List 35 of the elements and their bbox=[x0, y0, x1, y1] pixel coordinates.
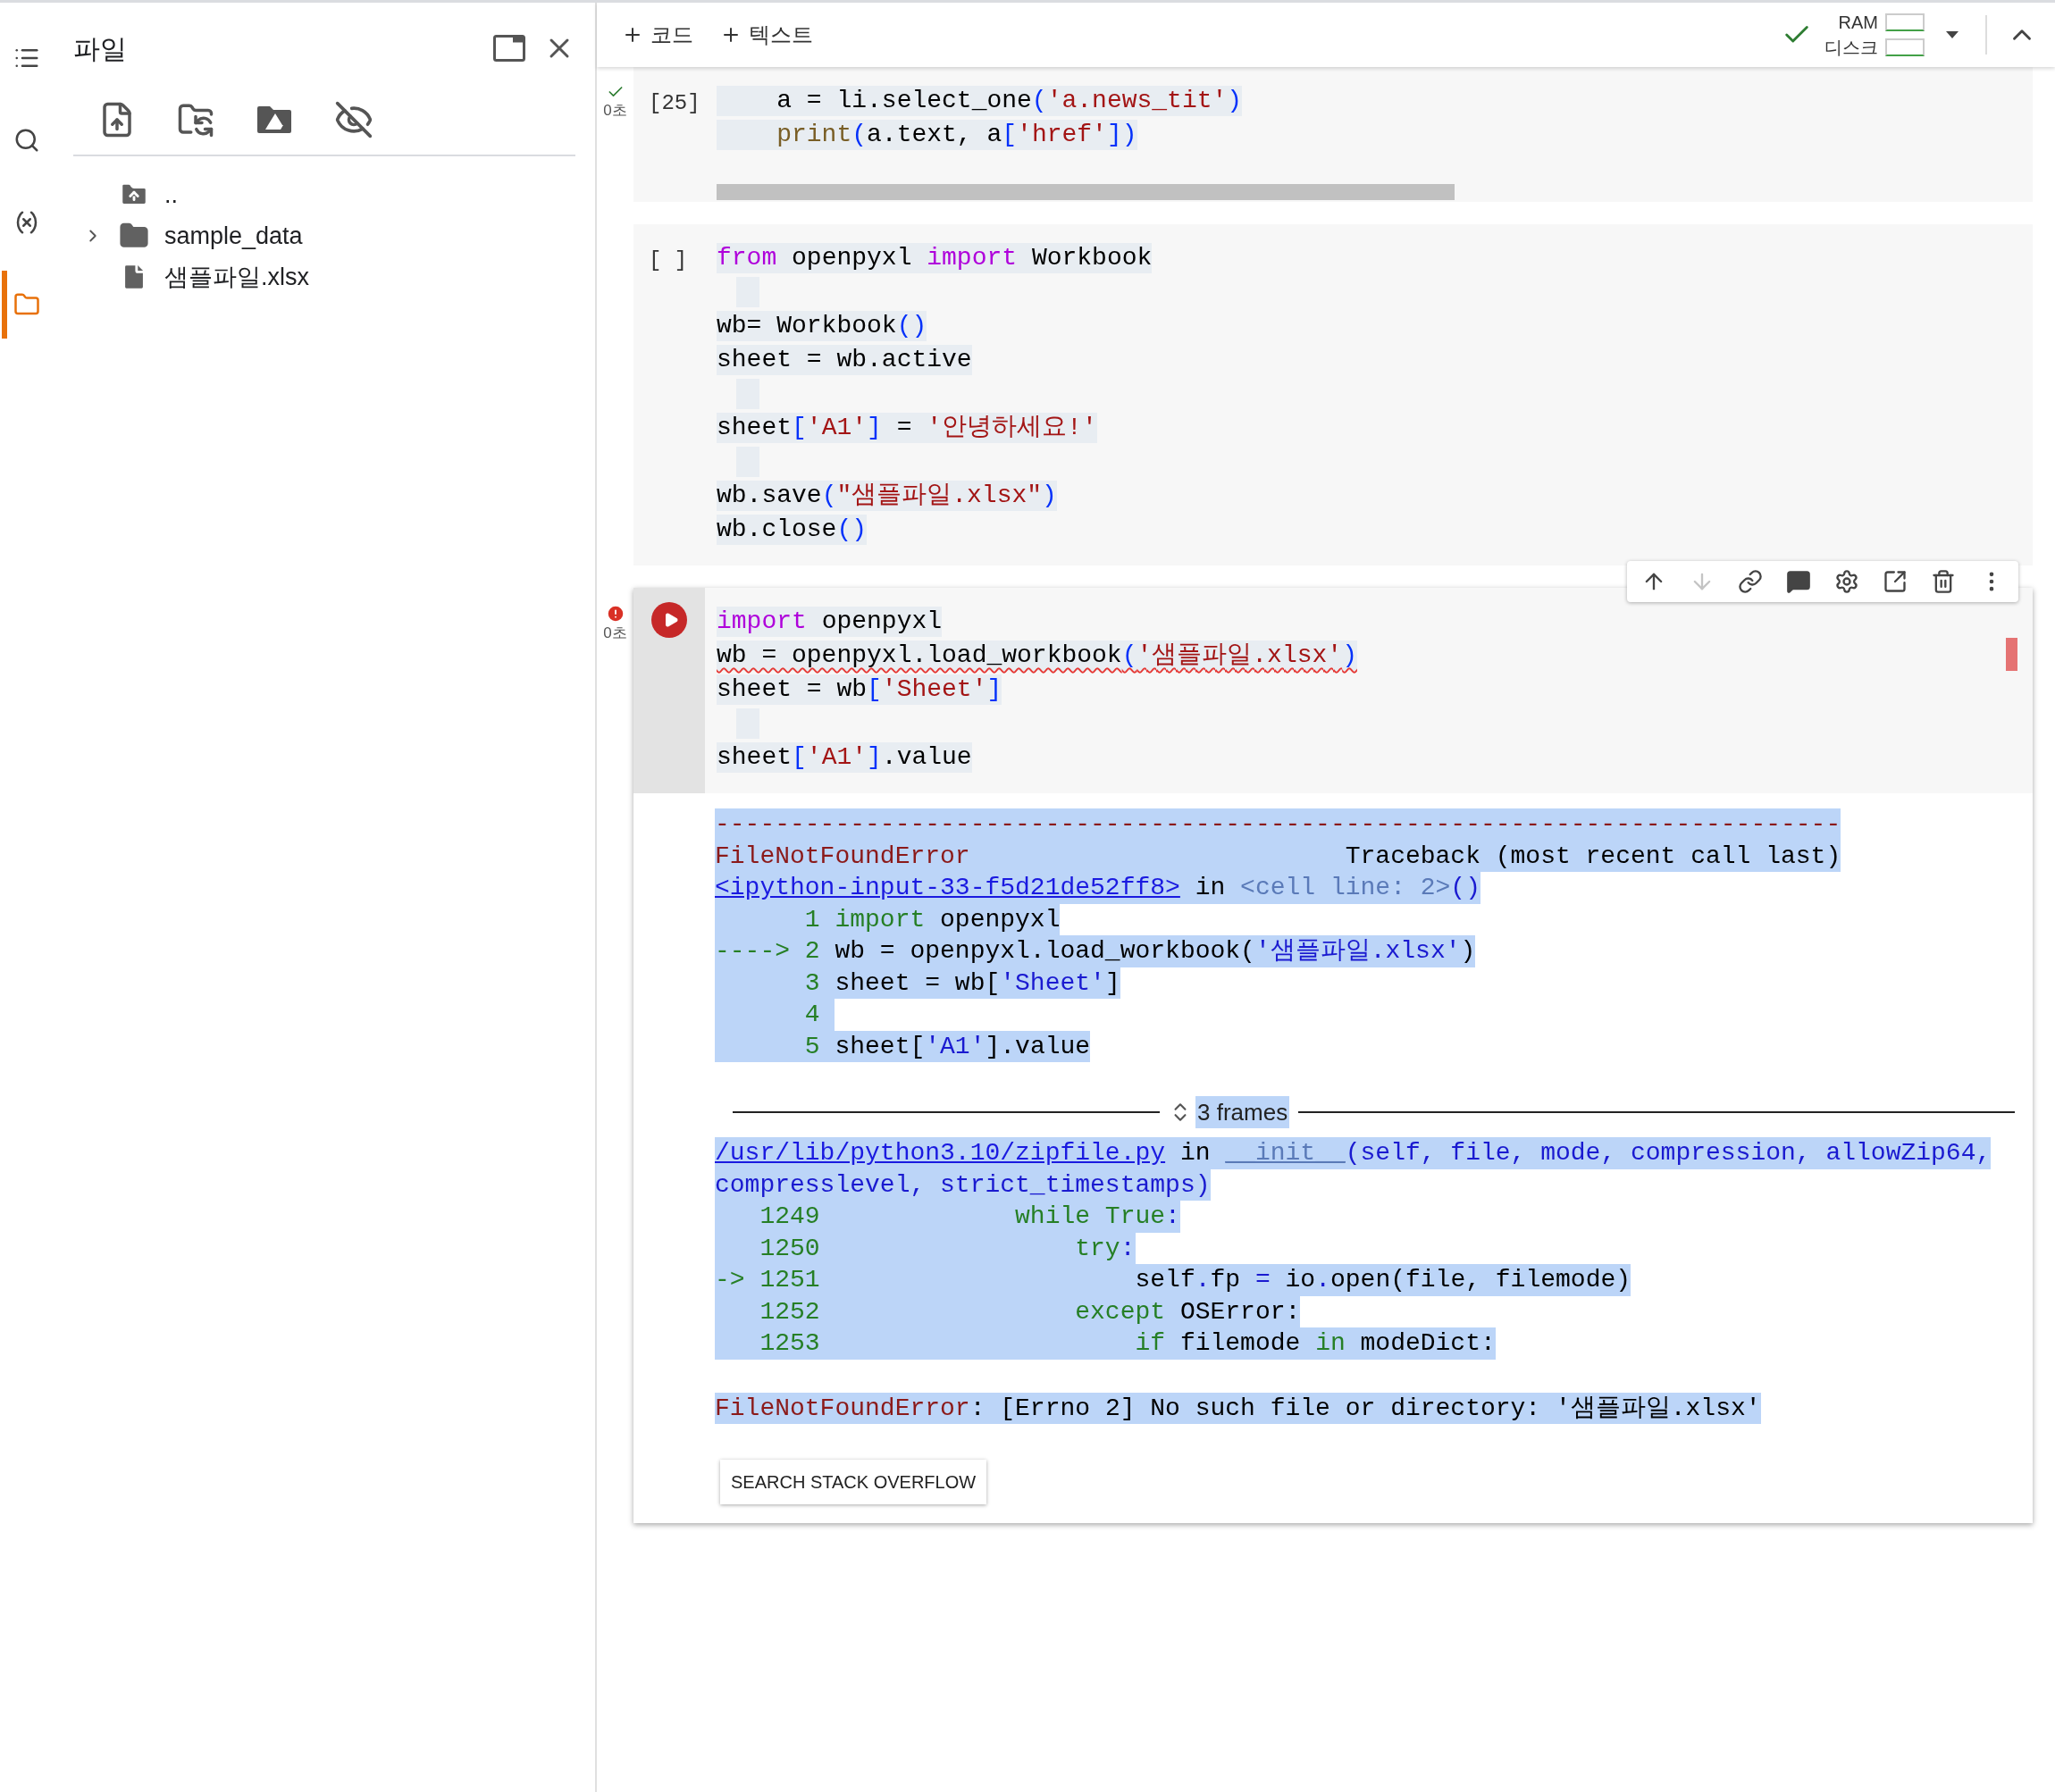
frames-toggle[interactable]: 3 frames bbox=[1195, 1096, 1290, 1128]
add-cell-button[interactable]: 코드 bbox=[622, 19, 693, 51]
horizontal-scrollbar[interactable] bbox=[717, 184, 1455, 200]
file-link[interactable]: <ipython-input-33-f5d21de52ff8> bbox=[715, 874, 1180, 901]
file-tree-item[interactable]: 샘플파일.xlsx bbox=[164, 258, 309, 296]
error-message: FileNotFoundError: [Errno 2] No such file or directory: '샘플파일.xlsx' bbox=[715, 1392, 1761, 1424]
search-stack-overflow-button[interactable]: SEARCH STACK OVERFLOW bbox=[720, 1460, 987, 1504]
file-link[interactable]: /usr/lib/python3.10/zipfile.py bbox=[715, 1139, 1166, 1167]
file-tree-item[interactable]: sample_data bbox=[164, 217, 303, 255]
code-cell[interactable]: [25] a = li.select_one('a.news_tit') print(a.text, a['href']) bbox=[633, 67, 2033, 202]
execution-count: [ ] bbox=[649, 248, 688, 272]
dropdown-caret-icon[interactable] bbox=[1946, 31, 1959, 38]
run-button[interactable] bbox=[651, 602, 687, 638]
search-icon[interactable] bbox=[13, 127, 40, 154]
mirror-cell-icon[interactable] bbox=[1883, 569, 1908, 594]
disk-usage-graph bbox=[1885, 38, 1925, 56]
file-tree-item[interactable]: .. bbox=[164, 176, 178, 214]
drive-folder-icon[interactable] bbox=[256, 105, 293, 135]
hidden-eye-icon[interactable] bbox=[334, 100, 373, 139]
ram-usage-graph bbox=[1885, 13, 1925, 31]
run-time: 0초 bbox=[603, 101, 627, 121]
code-cell[interactable] bbox=[633, 588, 2033, 1523]
run-time: 0초 bbox=[603, 624, 627, 643]
comment-icon[interactable] bbox=[1786, 569, 1811, 594]
link-icon[interactable] bbox=[1738, 569, 1763, 594]
error-marker bbox=[2006, 638, 2017, 671]
disk-label: 디스크 bbox=[1824, 37, 1878, 58]
ram-label: RAM bbox=[1838, 12, 1878, 33]
panel-title: 파일 bbox=[73, 32, 128, 65]
code-cell[interactable]: [ ] from openpyxl import Workbook wb= Workbook() sheet = wb.active sheet['A1'] = '안녕하세요!' wb.save("샘플파일.xlsx") wb.close() bbox=[633, 224, 2033, 565]
window-icon[interactable] bbox=[493, 35, 525, 62]
delete-icon[interactable] bbox=[1931, 569, 1956, 594]
add-cell-button[interactable]: 텍스트 bbox=[720, 19, 813, 51]
execution-count: [25] bbox=[649, 91, 700, 115]
settings-icon[interactable] bbox=[1834, 569, 1859, 594]
